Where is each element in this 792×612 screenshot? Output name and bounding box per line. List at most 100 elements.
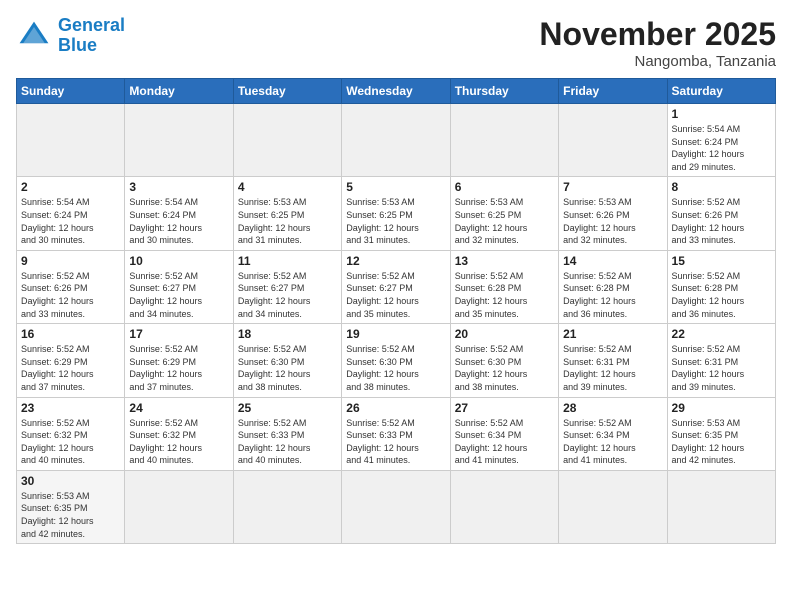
- table-row: 13 Sunrise: 5:52 AM Sunset: 6:28 PM Dayli…: [450, 250, 558, 323]
- day-info: Sunrise: 5:52 AM Sunset: 6:34 PM Dayligh…: [455, 417, 554, 467]
- table-row: 9 Sunrise: 5:52 AM Sunset: 6:26 PM Daylig…: [17, 250, 125, 323]
- day-number: 30: [21, 474, 120, 488]
- day-info: Sunrise: 5:52 AM Sunset: 6:26 PM Dayligh…: [21, 270, 120, 320]
- day-info: Sunrise: 5:53 AM Sunset: 6:35 PM Dayligh…: [21, 490, 120, 540]
- header-sunday: Sunday: [17, 79, 125, 104]
- weekday-header-row: Sunday Monday Tuesday Wednesday Thursday…: [17, 79, 776, 104]
- table-row: 23Sunrise: 5:52 AM Sunset: 6:32 PM Dayli…: [17, 397, 125, 470]
- logo-icon: [16, 18, 52, 54]
- calendar-row: 30 Sunrise: 5:53 AM Sunset: 6:35 PM Dayli…: [17, 470, 776, 543]
- table-row: 15 Sunrise: 5:52 AM Sunset: 6:28 PM Dayli…: [667, 250, 775, 323]
- table-row: 18Sunrise: 5:52 AM Sunset: 6:30 PM Dayli…: [233, 324, 341, 397]
- day-info: Sunrise: 5:52 AM Sunset: 6:31 PM Dayligh…: [563, 343, 662, 393]
- day-number: 15: [672, 254, 771, 268]
- table-row: [125, 470, 233, 543]
- table-row: 28Sunrise: 5:52 AM Sunset: 6:34 PM Dayli…: [559, 397, 667, 470]
- calendar-row: 1Sunrise: 5:54 AM Sunset: 6:24 PM Daylig…: [17, 104, 776, 177]
- location: Nangomba, Tanzania: [539, 53, 776, 70]
- day-info: Sunrise: 5:52 AM Sunset: 6:34 PM Dayligh…: [563, 417, 662, 467]
- day-info: Sunrise: 5:52 AM Sunset: 6:33 PM Dayligh…: [346, 417, 445, 467]
- logo-text: General Blue: [58, 16, 125, 56]
- month-title: November 2025: [539, 16, 776, 53]
- calendar-row: 9 Sunrise: 5:52 AM Sunset: 6:26 PM Daylig…: [17, 250, 776, 323]
- day-info: Sunrise: 5:52 AM Sunset: 6:32 PM Dayligh…: [129, 417, 228, 467]
- table-row: 17 Sunrise: 5:52 AM Sunset: 6:29 PM Dayli…: [125, 324, 233, 397]
- page-header: General Blue November 2025 Nangomba, Tan…: [16, 16, 776, 70]
- day-number: 24: [129, 401, 228, 415]
- day-number: 29: [672, 401, 771, 415]
- table-row: 2Sunrise: 5:54 AM Sunset: 6:24 PM Daylig…: [17, 177, 125, 250]
- table-row: 5Sunrise: 5:53 AM Sunset: 6:25 PM Daylig…: [342, 177, 450, 250]
- day-info: Sunrise: 5:52 AM Sunset: 6:27 PM Dayligh…: [346, 270, 445, 320]
- table-row: 14 Sunrise: 5:52 AM Sunset: 6:28 PM Dayli…: [559, 250, 667, 323]
- table-row: 29 Sunrise: 5:53 AM Sunset: 6:35 PM Dayli…: [667, 397, 775, 470]
- table-row: 4 Sunrise: 5:53 AM Sunset: 6:25 PM Daylig…: [233, 177, 341, 250]
- table-row: [450, 470, 558, 543]
- day-info: Sunrise: 5:53 AM Sunset: 6:26 PM Dayligh…: [563, 196, 662, 246]
- day-info: Sunrise: 5:54 AM Sunset: 6:24 PM Dayligh…: [21, 196, 120, 246]
- day-number: 4: [238, 180, 337, 194]
- day-number: 9: [21, 254, 120, 268]
- table-row: [667, 470, 775, 543]
- table-row: 22Sunrise: 5:52 AM Sunset: 6:31 PM Dayli…: [667, 324, 775, 397]
- table-row: [342, 104, 450, 177]
- table-row: [450, 104, 558, 177]
- day-info: Sunrise: 5:52 AM Sunset: 6:30 PM Dayligh…: [455, 343, 554, 393]
- calendar-row: 2Sunrise: 5:54 AM Sunset: 6:24 PM Daylig…: [17, 177, 776, 250]
- day-number: 21: [563, 327, 662, 341]
- day-info: Sunrise: 5:52 AM Sunset: 6:30 PM Dayligh…: [238, 343, 337, 393]
- day-number: 5: [346, 180, 445, 194]
- table-row: 26 Sunrise: 5:52 AM Sunset: 6:33 PM Dayli…: [342, 397, 450, 470]
- day-number: 7: [563, 180, 662, 194]
- table-row: 30 Sunrise: 5:53 AM Sunset: 6:35 PM Dayli…: [17, 470, 125, 543]
- day-number: 6: [455, 180, 554, 194]
- table-row: 20 Sunrise: 5:52 AM Sunset: 6:30 PM Dayli…: [450, 324, 558, 397]
- calendar-table: Sunday Monday Tuesday Wednesday Thursday…: [16, 78, 776, 544]
- day-info: Sunrise: 5:52 AM Sunset: 6:30 PM Dayligh…: [346, 343, 445, 393]
- day-number: 3: [129, 180, 228, 194]
- day-number: 20: [455, 327, 554, 341]
- day-info: Sunrise: 5:52 AM Sunset: 6:28 PM Dayligh…: [563, 270, 662, 320]
- day-info: Sunrise: 5:52 AM Sunset: 6:29 PM Dayligh…: [21, 343, 120, 393]
- day-info: Sunrise: 5:52 AM Sunset: 6:27 PM Dayligh…: [238, 270, 337, 320]
- title-block: November 2025 Nangomba, Tanzania: [539, 16, 776, 70]
- table-row: [233, 470, 341, 543]
- day-info: Sunrise: 5:53 AM Sunset: 6:25 PM Dayligh…: [238, 196, 337, 246]
- day-info: Sunrise: 5:54 AM Sunset: 6:24 PM Dayligh…: [129, 196, 228, 246]
- day-number: 13: [455, 254, 554, 268]
- day-info: Sunrise: 5:53 AM Sunset: 6:35 PM Dayligh…: [672, 417, 771, 467]
- table-row: [559, 104, 667, 177]
- table-row: [233, 104, 341, 177]
- header-friday: Friday: [559, 79, 667, 104]
- day-info: Sunrise: 5:52 AM Sunset: 6:27 PM Dayligh…: [129, 270, 228, 320]
- day-number: 26: [346, 401, 445, 415]
- day-info: Sunrise: 5:52 AM Sunset: 6:28 PM Dayligh…: [455, 270, 554, 320]
- day-number: 16: [21, 327, 120, 341]
- header-monday: Monday: [125, 79, 233, 104]
- table-row: 3 Sunrise: 5:54 AM Sunset: 6:24 PM Daylig…: [125, 177, 233, 250]
- table-row: 24 Sunrise: 5:52 AM Sunset: 6:32 PM Dayli…: [125, 397, 233, 470]
- day-number: 8: [672, 180, 771, 194]
- calendar-row: 23Sunrise: 5:52 AM Sunset: 6:32 PM Dayli…: [17, 397, 776, 470]
- table-row: [17, 104, 125, 177]
- table-row: 10 Sunrise: 5:52 AM Sunset: 6:27 PM Dayli…: [125, 250, 233, 323]
- day-number: 12: [346, 254, 445, 268]
- table-row: 25 Sunrise: 5:52 AM Sunset: 6:33 PM Dayli…: [233, 397, 341, 470]
- day-number: 14: [563, 254, 662, 268]
- table-row: [559, 470, 667, 543]
- table-row: [125, 104, 233, 177]
- day-info: Sunrise: 5:52 AM Sunset: 6:26 PM Dayligh…: [672, 196, 771, 246]
- day-number: 17: [129, 327, 228, 341]
- day-number: 10: [129, 254, 228, 268]
- table-row: 8 Sunrise: 5:52 AM Sunset: 6:26 PM Daylig…: [667, 177, 775, 250]
- day-number: 25: [238, 401, 337, 415]
- table-row: 12 Sunrise: 5:52 AM Sunset: 6:27 PM Dayli…: [342, 250, 450, 323]
- table-row: 27 Sunrise: 5:52 AM Sunset: 6:34 PM Dayli…: [450, 397, 558, 470]
- day-info: Sunrise: 5:52 AM Sunset: 6:28 PM Dayligh…: [672, 270, 771, 320]
- day-number: 1: [672, 107, 771, 121]
- day-info: Sunrise: 5:52 AM Sunset: 6:29 PM Dayligh…: [129, 343, 228, 393]
- day-info: Sunrise: 5:52 AM Sunset: 6:33 PM Dayligh…: [238, 417, 337, 467]
- table-row: 7 Sunrise: 5:53 AM Sunset: 6:26 PM Daylig…: [559, 177, 667, 250]
- table-row: 16 Sunrise: 5:52 AM Sunset: 6:29 PM Dayli…: [17, 324, 125, 397]
- day-number: 27: [455, 401, 554, 415]
